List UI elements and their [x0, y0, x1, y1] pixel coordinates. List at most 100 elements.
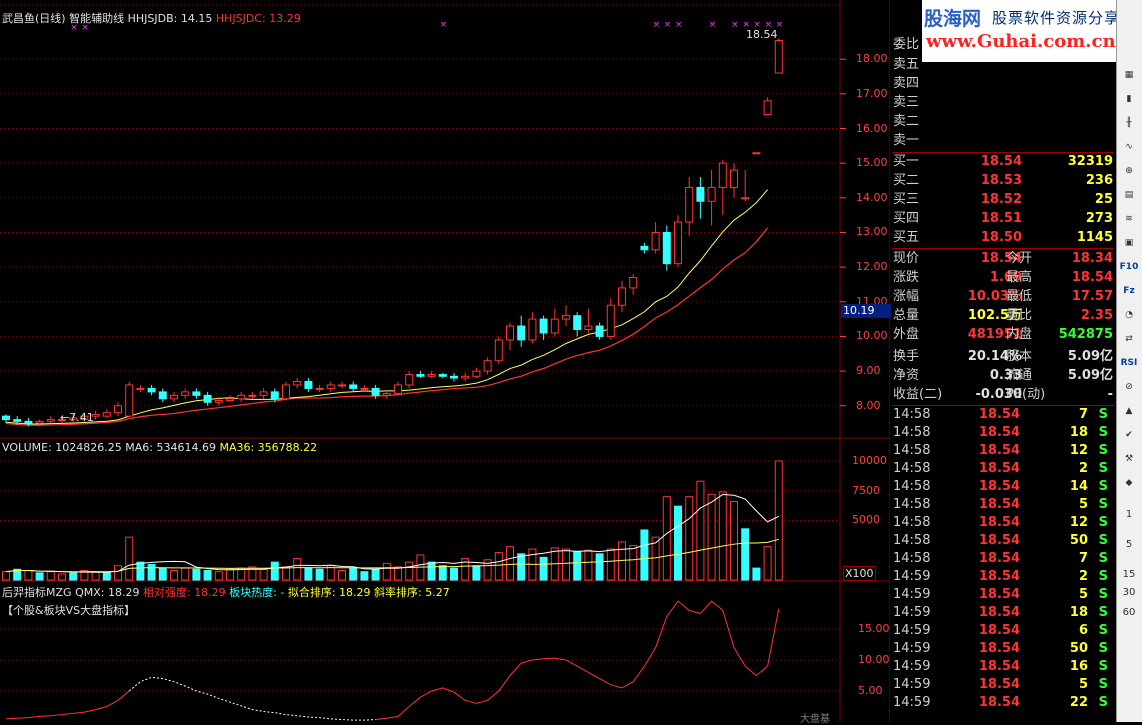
- tick-row[interactable]: 14:58 18.54 18 S: [892, 424, 1114, 442]
- tick-volume: 18: [1069, 425, 1088, 440]
- volume-unit: X100: [843, 566, 876, 581]
- buy-label: 买二: [893, 173, 920, 188]
- tick-volume: 7: [1078, 407, 1088, 422]
- buy-label: 买一: [893, 154, 920, 169]
- tick-row[interactable]: 14:58 18.54 7 S: [892, 406, 1114, 424]
- sell-row: 卖四: [892, 75, 1114, 93]
- bar-icon[interactable]: ▮: [1119, 90, 1139, 108]
- line-icon[interactable]: ∿: [1119, 138, 1139, 156]
- tick-row[interactable]: 14:58 18.54 12 S: [892, 514, 1114, 532]
- tick-volume: 2: [1078, 461, 1088, 476]
- tick-time: 14:58: [893, 533, 931, 548]
- period-n30-button[interactable]: 30: [1119, 584, 1139, 602]
- candle-body: [674, 221, 682, 265]
- stat-value: 2.35: [1080, 308, 1113, 323]
- stop-icon[interactable]: ⊘: [1119, 378, 1139, 396]
- low-annotation-value: 7.41: [69, 411, 94, 424]
- period-n60-button[interactable]: 60: [1119, 604, 1139, 622]
- zoom-icon[interactable]: ⊕: [1119, 162, 1139, 180]
- pie-icon[interactable]: ◔: [1119, 306, 1139, 324]
- tick-row[interactable]: 14:58 18.54 2 S: [892, 460, 1114, 478]
- volume-header: VOLUME: 1024826.25 MA6: 534614.69 MA36: …: [2, 441, 317, 454]
- buy-volume: 236: [1085, 173, 1113, 188]
- signal-marker: ×: [664, 20, 672, 30]
- fz-icon[interactable]: Fz: [1119, 282, 1139, 300]
- sell-label: 卖四: [893, 76, 920, 91]
- volume-bar: [203, 569, 212, 581]
- sell-label: 卖一: [893, 133, 920, 148]
- stat-row: 外盘 481951 内盘 542875: [892, 326, 1114, 344]
- volume-bar: [192, 568, 201, 581]
- signal-marker: ×: [731, 20, 739, 30]
- indicator-subtitle: 【个股&板块VS大盘指标】: [2, 604, 136, 617]
- volume-bar: [450, 567, 458, 581]
- check-icon[interactable]: ✔: [1119, 426, 1139, 444]
- candle-body: [46, 419, 55, 422]
- volume-bar: [125, 536, 134, 581]
- price-axis-label: 16.00: [856, 121, 888, 135]
- f10-icon[interactable]: F10: [1119, 258, 1139, 276]
- stat-label: PE(动): [1006, 387, 1046, 402]
- period-n15-button[interactable]: 15: [1119, 566, 1139, 584]
- tick-row[interactable]: 14:59 18.54 6 S: [892, 622, 1114, 640]
- tick-row[interactable]: 14:59 18.54 5 S: [892, 586, 1114, 604]
- indicator-axis-label: 15.00: [858, 622, 890, 635]
- chart-icon[interactable]: ▦: [1119, 66, 1139, 84]
- low-annotation: ←7.41: [60, 411, 94, 424]
- up-icon[interactable]: ▲: [1119, 402, 1139, 420]
- candle-body: [102, 412, 111, 417]
- candle-body: [584, 325, 593, 331]
- chart-area[interactable]: × × × × × × × × × × × × 武昌鱼(日线) 智能辅助线 HHJSJDB: 14.1…: [0, 0, 891, 725]
- tools-icon[interactable]: ⚒: [1119, 450, 1139, 468]
- tick-row[interactable]: 14:59 18.54 22 S: [892, 694, 1114, 712]
- candle-body: [315, 387, 324, 390]
- tick-price: 18.54: [978, 551, 1020, 566]
- tick-row[interactable]: 14:59 18.54 5 S: [892, 676, 1114, 694]
- box-icon[interactable]: ▣: [1119, 234, 1139, 252]
- buy-volume: 273: [1085, 211, 1113, 226]
- arrow-icon[interactable]: ⇄: [1119, 330, 1139, 348]
- rsi-icon[interactable]: RSI: [1119, 354, 1139, 372]
- tick-row[interactable]: 14:59 18.54 50 S: [892, 640, 1114, 658]
- volume-bar: [606, 548, 615, 581]
- candle-body: [35, 420, 44, 424]
- volume-bar: [741, 528, 750, 581]
- stat-label: 最高: [1006, 270, 1033, 285]
- tick-row[interactable]: 14:58 18.54 14 S: [892, 478, 1114, 496]
- marker-icon[interactable]: ◆: [1119, 474, 1139, 492]
- price-axis-label: 10.00: [856, 329, 888, 343]
- tick-row[interactable]: 14:59 18.54 16 S: [892, 658, 1114, 676]
- grid-icon[interactable]: ▤: [1119, 186, 1139, 204]
- tick-row[interactable]: 14:59 18.54 18 S: [892, 604, 1114, 622]
- period-n5-button[interactable]: 5: [1119, 536, 1139, 554]
- volume-bar: [662, 496, 671, 581]
- stat-label: 今开: [1006, 251, 1033, 266]
- ma-icon[interactable]: ≋: [1119, 210, 1139, 228]
- indicator-axis-label: 10.00: [858, 653, 890, 666]
- candle-body: [147, 387, 156, 393]
- tick-volume: 18: [1069, 605, 1088, 620]
- volume-bar: [427, 561, 436, 581]
- volume-bar: [181, 567, 190, 581]
- tick-row[interactable]: 14:58 18.54 12 S: [892, 442, 1114, 460]
- candle-body: [662, 231, 671, 265]
- stat-label: 外盘: [893, 327, 920, 342]
- period-n1-button[interactable]: 1: [1119, 506, 1139, 524]
- buy-row: 买四 18.51 273: [892, 210, 1114, 228]
- stat-value: 5.09亿: [1067, 368, 1113, 383]
- candle-body: [685, 186, 694, 223]
- tick-row[interactable]: 14:59 18.54 2 S: [892, 568, 1114, 586]
- tick-direction: S: [1098, 533, 1108, 548]
- volume-axis-label: 10000: [852, 453, 887, 467]
- tick-row[interactable]: 14:58 18.54 50 S: [892, 532, 1114, 550]
- candle-body: [640, 245, 649, 251]
- tick-volume: 5: [1078, 497, 1088, 512]
- candle-body: [651, 231, 660, 251]
- buy-label: 买四: [893, 211, 920, 226]
- candle-body: [237, 394, 246, 400]
- candle-body: [763, 100, 772, 116]
- candle-icon[interactable]: ╫: [1119, 114, 1139, 132]
- tick-row[interactable]: 14:58 18.54 7 S: [892, 550, 1114, 568]
- candle-body: [326, 384, 335, 389]
- tick-row[interactable]: 14:58 18.54 5 S: [892, 496, 1114, 514]
